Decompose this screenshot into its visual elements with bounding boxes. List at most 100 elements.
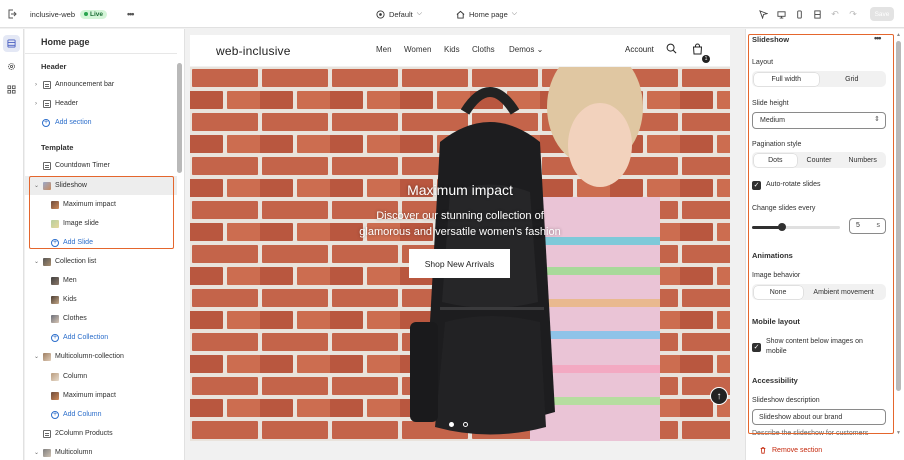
add-section-button[interactable]: + Add section (25, 113, 177, 132)
slideshow-description-input[interactable]: Slideshow about our brand (752, 409, 886, 425)
tree-item-collection-list[interactable]: ⌄ Collection list (25, 252, 177, 271)
store-brand[interactable]: web-inclusive (216, 44, 291, 58)
pagination-option-numbers[interactable]: Numbers (841, 154, 885, 167)
chevron-down-icon[interactable]: ⌄ (34, 353, 39, 360)
settings-gear-icon[interactable] (3, 58, 20, 75)
tree-item-multicolumn-collection[interactable]: ⌄ Multicolumn-collection (25, 347, 177, 366)
mobile-layout-heading: Mobile layout (752, 317, 800, 326)
change-every-value: 5 (856, 222, 860, 229)
tree-item-header[interactable]: › Header (25, 94, 177, 113)
tree-item-slideshow[interactable]: ⌄ Slideshow (25, 176, 177, 195)
chevron-down-icon[interactable]: ⌄ (34, 449, 39, 456)
change-every-unit: s (876, 222, 881, 229)
home-icon (456, 10, 465, 19)
pagination-label: Pagination style (752, 141, 802, 148)
image-behavior-option-none[interactable]: None (753, 285, 803, 299)
tree-item-label: Maximum impact (63, 201, 116, 208)
nav-link-men[interactable]: Men (376, 45, 392, 54)
pagination-option-dots[interactable]: Dots (753, 153, 798, 167)
add-slide-button[interactable]: + Add Slide (25, 233, 177, 252)
tree-item-clothes[interactable]: Clothes (25, 309, 177, 328)
cart-icon[interactable] (692, 43, 703, 58)
change-every-input[interactable]: 5 s (849, 218, 886, 234)
tree-item-2column-products[interactable]: 2Column Products (25, 424, 177, 443)
column-icon (51, 372, 59, 381)
store-name[interactable]: inclusive-web (30, 10, 75, 19)
plus-circle-icon: + (42, 118, 50, 127)
layout-option-grid[interactable]: Grid (819, 73, 885, 86)
autorotate-checkbox[interactable]: ✓ (752, 181, 761, 190)
slide-height-select[interactable]: Medium ⇕ (752, 112, 886, 129)
tree-item-men[interactable]: Men (25, 271, 177, 290)
sidebar-scrollbar[interactable] (177, 63, 182, 173)
change-every-slider[interactable] (752, 223, 840, 231)
inspector-icon[interactable] (757, 8, 769, 20)
nav-link-women[interactable]: Women (404, 45, 431, 54)
arrow-up-icon[interactable]: ↑ (710, 387, 728, 405)
add-collection-button[interactable]: + Add Collection (25, 328, 177, 347)
settings-title: Slideshow (752, 35, 790, 44)
layout-segmented-control: Full width Grid (752, 71, 886, 87)
collection-list-icon (43, 257, 51, 266)
shop-new-arrivals-button[interactable]: Shop New Arrivals (409, 249, 510, 278)
account-link[interactable]: Account (625, 45, 654, 54)
undo-icon[interactable]: ↶ (829, 8, 841, 20)
exit-icon[interactable] (5, 0, 19, 28)
slider-thumb[interactable] (777, 223, 786, 231)
save-button[interactable]: Save (870, 7, 894, 21)
tree-item-kids[interactable]: Kids (25, 290, 177, 309)
tree-item-label: Clothes (63, 315, 87, 322)
tree-item-column[interactable]: Column (25, 367, 177, 386)
tree-item-image-slide[interactable]: Image slide (25, 214, 177, 233)
sections-icon[interactable] (3, 35, 20, 52)
slideshow-hero[interactable]: Maximum impact Discover our stunning col… (190, 67, 730, 441)
tree-item-label: Image slide (63, 220, 99, 227)
chevron-right-icon[interactable]: › (35, 82, 37, 88)
layout-label: Layout (752, 59, 774, 66)
more-actions-icon[interactable]: ••• (127, 0, 135, 28)
fullscreen-icon[interactable] (811, 8, 823, 20)
tree-item-maximum-impact-2[interactable]: Maximum impact (25, 386, 177, 405)
theme-selector[interactable]: Default ⌵ (376, 0, 422, 28)
chevron-down-icon: ⌵ (416, 10, 423, 17)
pagination-option-counter[interactable]: Counter (797, 154, 841, 167)
layout-option-full-width[interactable]: Full width (753, 72, 819, 86)
tree-item-label: Maximum impact (63, 392, 116, 399)
section-icon (43, 429, 51, 438)
top-bar: inclusive-web Live ••• Default ⌵ Home pa… (0, 0, 904, 28)
slideshow-icon (43, 181, 51, 190)
page-title: Home page (41, 37, 90, 47)
scroll-down-icon[interactable]: ▼ (896, 430, 901, 436)
nav-link-demos[interactable]: Demos ⌄ (509, 45, 543, 54)
more-options-icon[interactable]: ••• (874, 33, 882, 43)
chevron-down-icon[interactable]: ⌄ (34, 258, 39, 265)
tree-item-countdown-timer[interactable]: Countdown Timer (25, 156, 177, 175)
desktop-view-icon[interactable] (775, 8, 787, 20)
redo-icon[interactable]: ↷ (847, 8, 859, 20)
tree-item-multicolumn[interactable]: ⌄ Multicolumn (25, 443, 177, 460)
mobile-view-icon[interactable] (793, 8, 805, 20)
tree-item-maximum-impact[interactable]: Maximum impact (25, 195, 177, 214)
apps-icon[interactable] (3, 81, 20, 98)
page-selector[interactable]: Home page ⌵ (456, 0, 517, 28)
nav-link-kids[interactable]: Kids (444, 45, 460, 54)
remove-section-button[interactable]: Remove section (759, 446, 822, 454)
settings-scrollbar[interactable] (896, 41, 901, 391)
search-icon[interactable] (666, 43, 677, 57)
live-label: Live (90, 10, 104, 18)
image-behavior-option-ambient[interactable]: Ambient movement (803, 286, 885, 299)
scroll-up-icon[interactable]: ▲ (896, 32, 901, 38)
sections-sidebar: Home page Header › Announcement bar › He… (25, 29, 185, 460)
mobile-content-checkbox[interactable]: ✓ (752, 343, 761, 352)
nav-link-cloths[interactable]: Cloths (472, 45, 495, 54)
slide-dot-1[interactable] (449, 422, 454, 427)
add-column-button[interactable]: + Add Column (25, 405, 177, 424)
slide-dot-2[interactable] (463, 422, 468, 427)
chevron-down-icon[interactable]: ⌄ (34, 182, 39, 189)
tree-item-announcement-bar[interactable]: › Announcement bar (25, 75, 177, 94)
tree-item-label: Column (63, 373, 88, 380)
chevron-right-icon[interactable]: › (35, 101, 37, 107)
tree-item-label: Multicolumn-collection (55, 353, 124, 360)
theme-label: Default (389, 9, 413, 19)
live-badge: Live (80, 9, 108, 19)
